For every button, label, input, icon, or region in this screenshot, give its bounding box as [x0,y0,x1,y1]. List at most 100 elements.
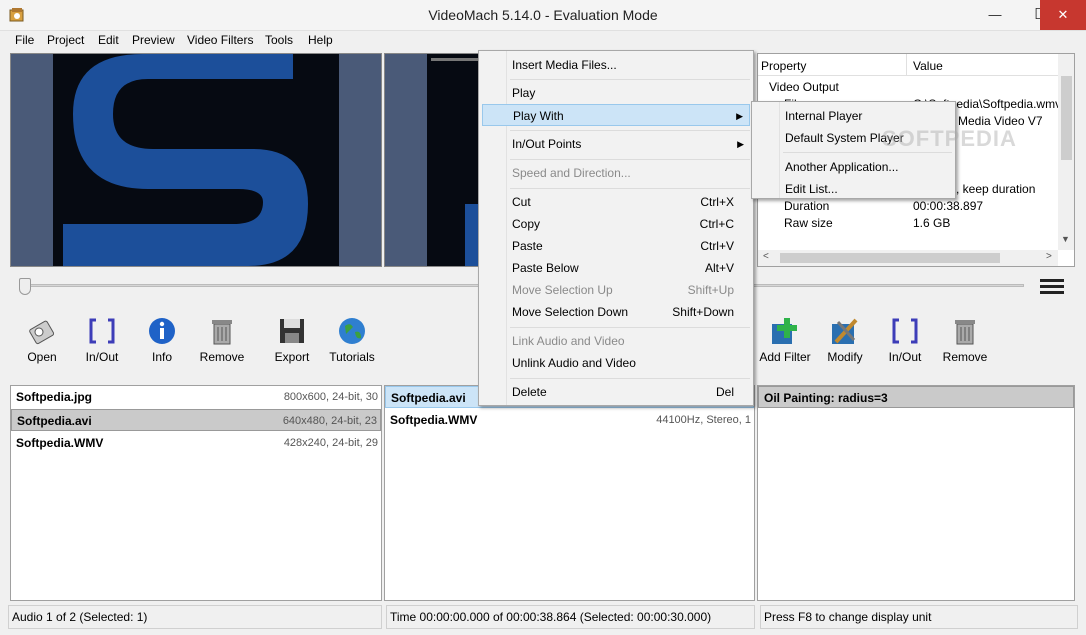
item-name: Softpedia.jpg [16,390,92,404]
menu-insert-media[interactable]: Insert Media Files... [482,54,750,76]
col-divider [906,54,907,76]
menu-delete[interactable]: Delete Del [482,381,750,403]
menu-separator [510,378,750,379]
filter-inout-label: In/Out [888,350,922,364]
menu-move-down[interactable]: Move Selection Down Shift+Down [482,301,750,323]
submenu-edit-list[interactable]: Edit List... [755,178,952,200]
menu-inout-points[interactable]: In/Out Points ▶ [482,133,750,155]
preview-image [53,54,339,266]
add-filter-button[interactable]: Add Filter [757,312,813,364]
prop-value: , keep duration [956,182,1036,196]
menu-help[interactable]: Help [308,33,333,47]
hamburger-icon[interactable] [1040,279,1064,294]
tutorials-button[interactable]: Tutorials [324,312,380,364]
tutorials-label: Tutorials [329,350,375,364]
context-menu: Insert Media Files... Play Play With ▶ In… [478,50,754,406]
window-title: VideoMach 5.14.0 - Evaluation Mode [428,7,658,23]
hscroll-thumb[interactable] [780,253,1000,263]
remove-button[interactable]: Remove [194,312,250,364]
list-item[interactable]: Softpedia.WMV 44100Hz, Stereo, 1 [385,409,754,431]
filter-remove-button[interactable]: Remove [937,312,993,364]
trash-icon [212,320,232,345]
filter-inout-button[interactable]: In/Out [877,312,933,364]
menu-paste-below[interactable]: Paste Below Alt+V [482,257,750,279]
inout-icon [89,318,115,344]
item-meta: 800x600, 24-bit, 30 [283,391,378,403]
menu-play[interactable]: Play [482,82,750,104]
minimize-button[interactable]: — [972,0,1018,30]
vertical-scrollbar[interactable]: ▼ [1058,54,1074,250]
status-audio: Audio 1 of 2 (Selected: 1) [8,605,382,629]
export-label: Export [274,350,310,364]
menu-preview[interactable]: Preview [132,33,175,47]
list-item[interactable]: Oil Painting: radius=3 [758,386,1074,408]
scroll-thumb[interactable] [1061,76,1072,160]
prop-value: 00:00:38.897 [913,199,984,213]
menu-edit[interactable]: Edit [98,33,119,47]
item-meta: 640x480, 24-bit, 23 [282,415,377,427]
item-meta: 428x240, 24-bit, 29 [283,437,378,449]
submenu-internal-player[interactable]: Internal Player [755,105,952,127]
open-icon [29,320,55,345]
info-icon [149,318,175,344]
menu-paste[interactable]: Paste Ctrl+V [482,235,750,257]
horizontal-scrollbar[interactable]: < > [758,250,1058,266]
menu-separator [510,79,750,80]
scroll-down-icon[interactable]: ▼ [1061,234,1070,244]
item-name: Softpedia.WMV [390,413,478,427]
list-item[interactable]: Softpedia.jpg 800x600, 24-bit, 30 [11,386,381,408]
input-preview [10,53,382,267]
close-button[interactable]: ✕ [1040,0,1086,30]
menu-separator [783,152,952,153]
item-meta: 44100Hz, Stereo, 1 [656,414,751,426]
globe-icon [339,318,365,344]
menu-move-up[interactable]: Move Selection Up Shift+Up [482,279,750,301]
menu-speed-direction[interactable]: Speed and Direction... [482,162,750,184]
info-button[interactable]: Info [134,312,190,364]
menu-link-av[interactable]: Link Audio and Video [482,330,750,352]
col-value[interactable]: Value [913,59,943,73]
menu-separator [510,327,750,328]
floppy-icon [280,319,304,343]
prop-name: Raw size [784,216,833,230]
menu-separator [510,159,750,160]
seek-handle[interactable] [19,278,31,295]
modify-button[interactable]: Modify [817,312,873,364]
trash-icon [955,320,975,345]
export-button[interactable]: Export [264,312,320,364]
menu-separator [510,130,750,131]
inout-label: In/Out [85,350,119,364]
images-list: Softpedia.jpg 800x600, 24-bit, 30 Softpe… [10,385,382,601]
scroll-right-icon[interactable]: > [1046,251,1052,262]
submenu-another-app[interactable]: Another Application... [755,156,952,178]
menu-video-filters[interactable]: Video Filters [187,33,253,47]
tools-icon [832,318,858,344]
menu-play-with[interactable]: Play With ▶ [482,104,750,126]
menu-bar: File Project Edit Preview Video Filters … [0,31,1086,51]
add-filter-label: Add Filter [759,350,811,364]
prop-name: Video Output [769,80,839,94]
menu-file[interactable]: File [15,33,34,47]
submenu-arrow-icon: ▶ [736,111,743,121]
submenu-arrow-icon: ▶ [737,139,744,149]
list-item[interactable]: Softpedia.WMV 428x240, 24-bit, 29 [11,432,381,454]
list-item[interactable]: Softpedia.avi 640x480, 24-bit, 23 [11,409,381,431]
item-name: Softpedia.avi [391,391,466,405]
scroll-left-icon[interactable]: < [763,251,769,262]
menu-cut[interactable]: Cut Ctrl+X [482,191,750,213]
open-label: Open [27,350,57,364]
inout-icon [892,318,918,344]
inout-button[interactable]: In/Out [74,312,130,364]
col-property[interactable]: Property [761,59,806,73]
open-button[interactable]: Open [14,312,70,364]
filters-list: Oil Painting: radius=3 [757,385,1075,601]
menu-copy[interactable]: Copy Ctrl+C [482,213,750,235]
menu-project[interactable]: Project [47,33,84,47]
status-hint: Press F8 to change display unit [760,605,1078,629]
menu-unlink-av[interactable]: Unlink Audio and Video [482,352,750,374]
menu-tools[interactable]: Tools [265,33,293,47]
remove-label: Remove [199,350,245,364]
properties-header: Property Value [758,54,1058,76]
item-name: Softpedia.avi [17,414,92,428]
audio-list: Softpedia.avi Softpedia.WMV 44100Hz, Ste… [384,385,755,601]
